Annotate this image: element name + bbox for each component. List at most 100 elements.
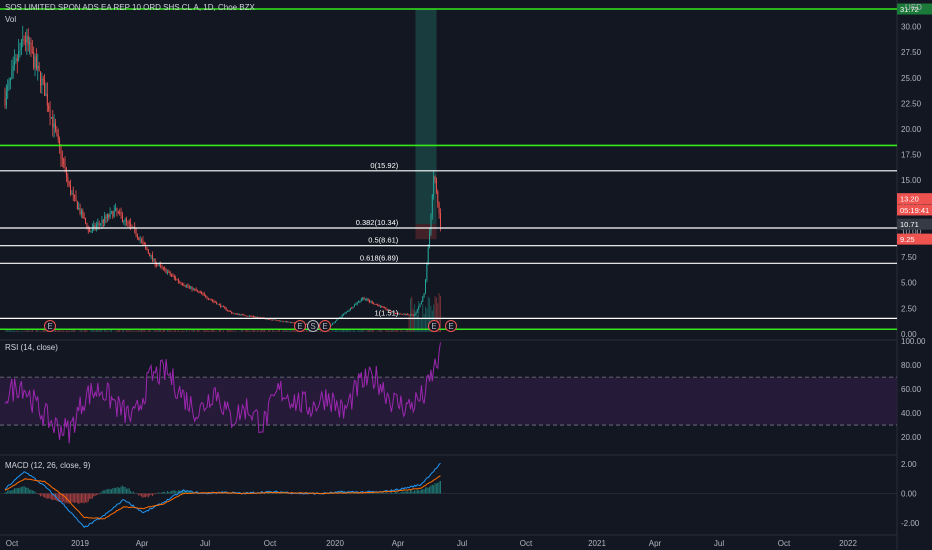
macd-histogram-bar	[278, 493, 280, 495]
candle-body	[149, 253, 151, 257]
volume-bar	[247, 329, 249, 332]
rsi-tick-label: 80.00	[901, 361, 922, 370]
volume-bar	[19, 331, 21, 332]
macd-pane: 2.00 0.00 -2.00	[0, 460, 920, 529]
candle-body	[102, 220, 104, 223]
candle-body	[25, 39, 26, 43]
macd-histogram-bar	[431, 484, 433, 494]
volume-bar	[139, 330, 141, 332]
price-tick-label: 27.50	[901, 48, 922, 57]
volume-bar	[40, 331, 41, 332]
candle-body	[164, 267, 166, 270]
candle-body	[366, 299, 368, 300]
earnings-marker-text: S	[310, 322, 315, 331]
candle-body	[197, 290, 198, 292]
candle-body	[425, 279, 426, 293]
candle-body	[112, 211, 114, 217]
candle-body	[78, 208, 80, 210]
volume-bar	[26, 330, 28, 332]
candle-body	[162, 267, 164, 269]
volume-bar	[11, 330, 13, 332]
candle-body	[101, 220, 103, 224]
macd-histogram-bar	[433, 485, 435, 494]
candle-body	[283, 321, 284, 323]
candle-body	[15, 58, 17, 62]
earnings-marker-text: E	[297, 322, 302, 331]
volume-bar	[30, 330, 32, 332]
macd-histogram-bar	[74, 493, 76, 503]
volume-bar	[23, 330, 25, 332]
candle-body	[430, 214, 432, 234]
macd-histogram-bar	[438, 481, 440, 494]
macd-histogram-bar	[138, 493, 140, 496]
candle-body	[180, 282, 182, 285]
macd-histogram-bar	[430, 485, 432, 494]
candle-body	[220, 304, 222, 307]
volume-bar	[319, 330, 321, 332]
macd-histogram-bar	[273, 493, 275, 494]
volume-bar	[79, 330, 81, 332]
candle-body	[409, 314, 411, 316]
candle-body	[48, 105, 50, 110]
macd-histogram-bar	[127, 488, 129, 494]
x-tick-label: Apr	[392, 539, 405, 548]
volume-bar	[145, 330, 147, 332]
macd-histogram-bar	[397, 492, 399, 494]
volume-bar	[363, 330, 365, 332]
volume-bar	[284, 330, 286, 332]
macd-histogram-bar	[8, 490, 10, 494]
macd-histogram-bar	[89, 493, 91, 499]
candle-body	[90, 230, 92, 232]
volume-bar	[259, 330, 261, 332]
candle-body	[269, 319, 271, 320]
volume-bar	[161, 331, 163, 332]
candle-body	[221, 306, 223, 307]
candle-body	[285, 321, 287, 323]
bands	[415, 9, 437, 240]
candle-body	[119, 212, 121, 213]
candle-body	[414, 314, 416, 316]
macd-histogram-bar	[120, 486, 122, 494]
macd-histogram-bar	[109, 489, 111, 494]
candle-body	[231, 311, 233, 314]
candle-body	[212, 300, 213, 301]
volume-bar	[104, 329, 106, 332]
macd-histogram-bar	[401, 491, 403, 494]
macd-histogram-bar	[166, 490, 168, 494]
volume-bar	[287, 330, 289, 332]
volume-bar	[199, 331, 201, 332]
candle-body	[251, 316, 253, 317]
candle-body	[171, 274, 173, 276]
macd-histogram-bar	[147, 493, 149, 498]
price-tick-label: 15.00	[901, 176, 922, 185]
macd-histogram-bar	[160, 493, 162, 495]
macd-histogram-bar	[124, 486, 126, 494]
candle-body	[399, 313, 401, 315]
macd-histogram-bar	[31, 490, 33, 494]
volume-bar	[94, 330, 96, 332]
rsi-tick-label: 20.00	[901, 433, 922, 442]
grid	[0, 0, 898, 550]
macd-histogram-bar	[171, 490, 173, 494]
candle-body	[72, 193, 74, 195]
macd-histogram-bar	[403, 492, 405, 494]
macd-histogram-bar	[161, 491, 163, 494]
macd-histogram-bar	[425, 487, 426, 494]
macd-histogram-bar	[145, 493, 147, 498]
macd-histogram-bar	[154, 493, 156, 495]
candle-body	[408, 314, 410, 316]
macd-histogram-bar	[394, 491, 396, 494]
candle-body	[4, 98, 6, 106]
candle-body	[60, 146, 62, 159]
candle-body	[121, 215, 123, 222]
volume-bar	[138, 330, 140, 332]
macd-histogram-bar	[11, 490, 13, 494]
candle-body	[222, 306, 224, 307]
candle-body	[344, 312, 346, 314]
candle-body	[289, 322, 291, 324]
volume-bar	[9, 330, 11, 332]
price-badge-text: 9.25	[900, 235, 915, 244]
volume-bar	[72, 329, 74, 332]
macd-histogram-bar	[409, 490, 411, 494]
volume-bar	[172, 331, 174, 332]
